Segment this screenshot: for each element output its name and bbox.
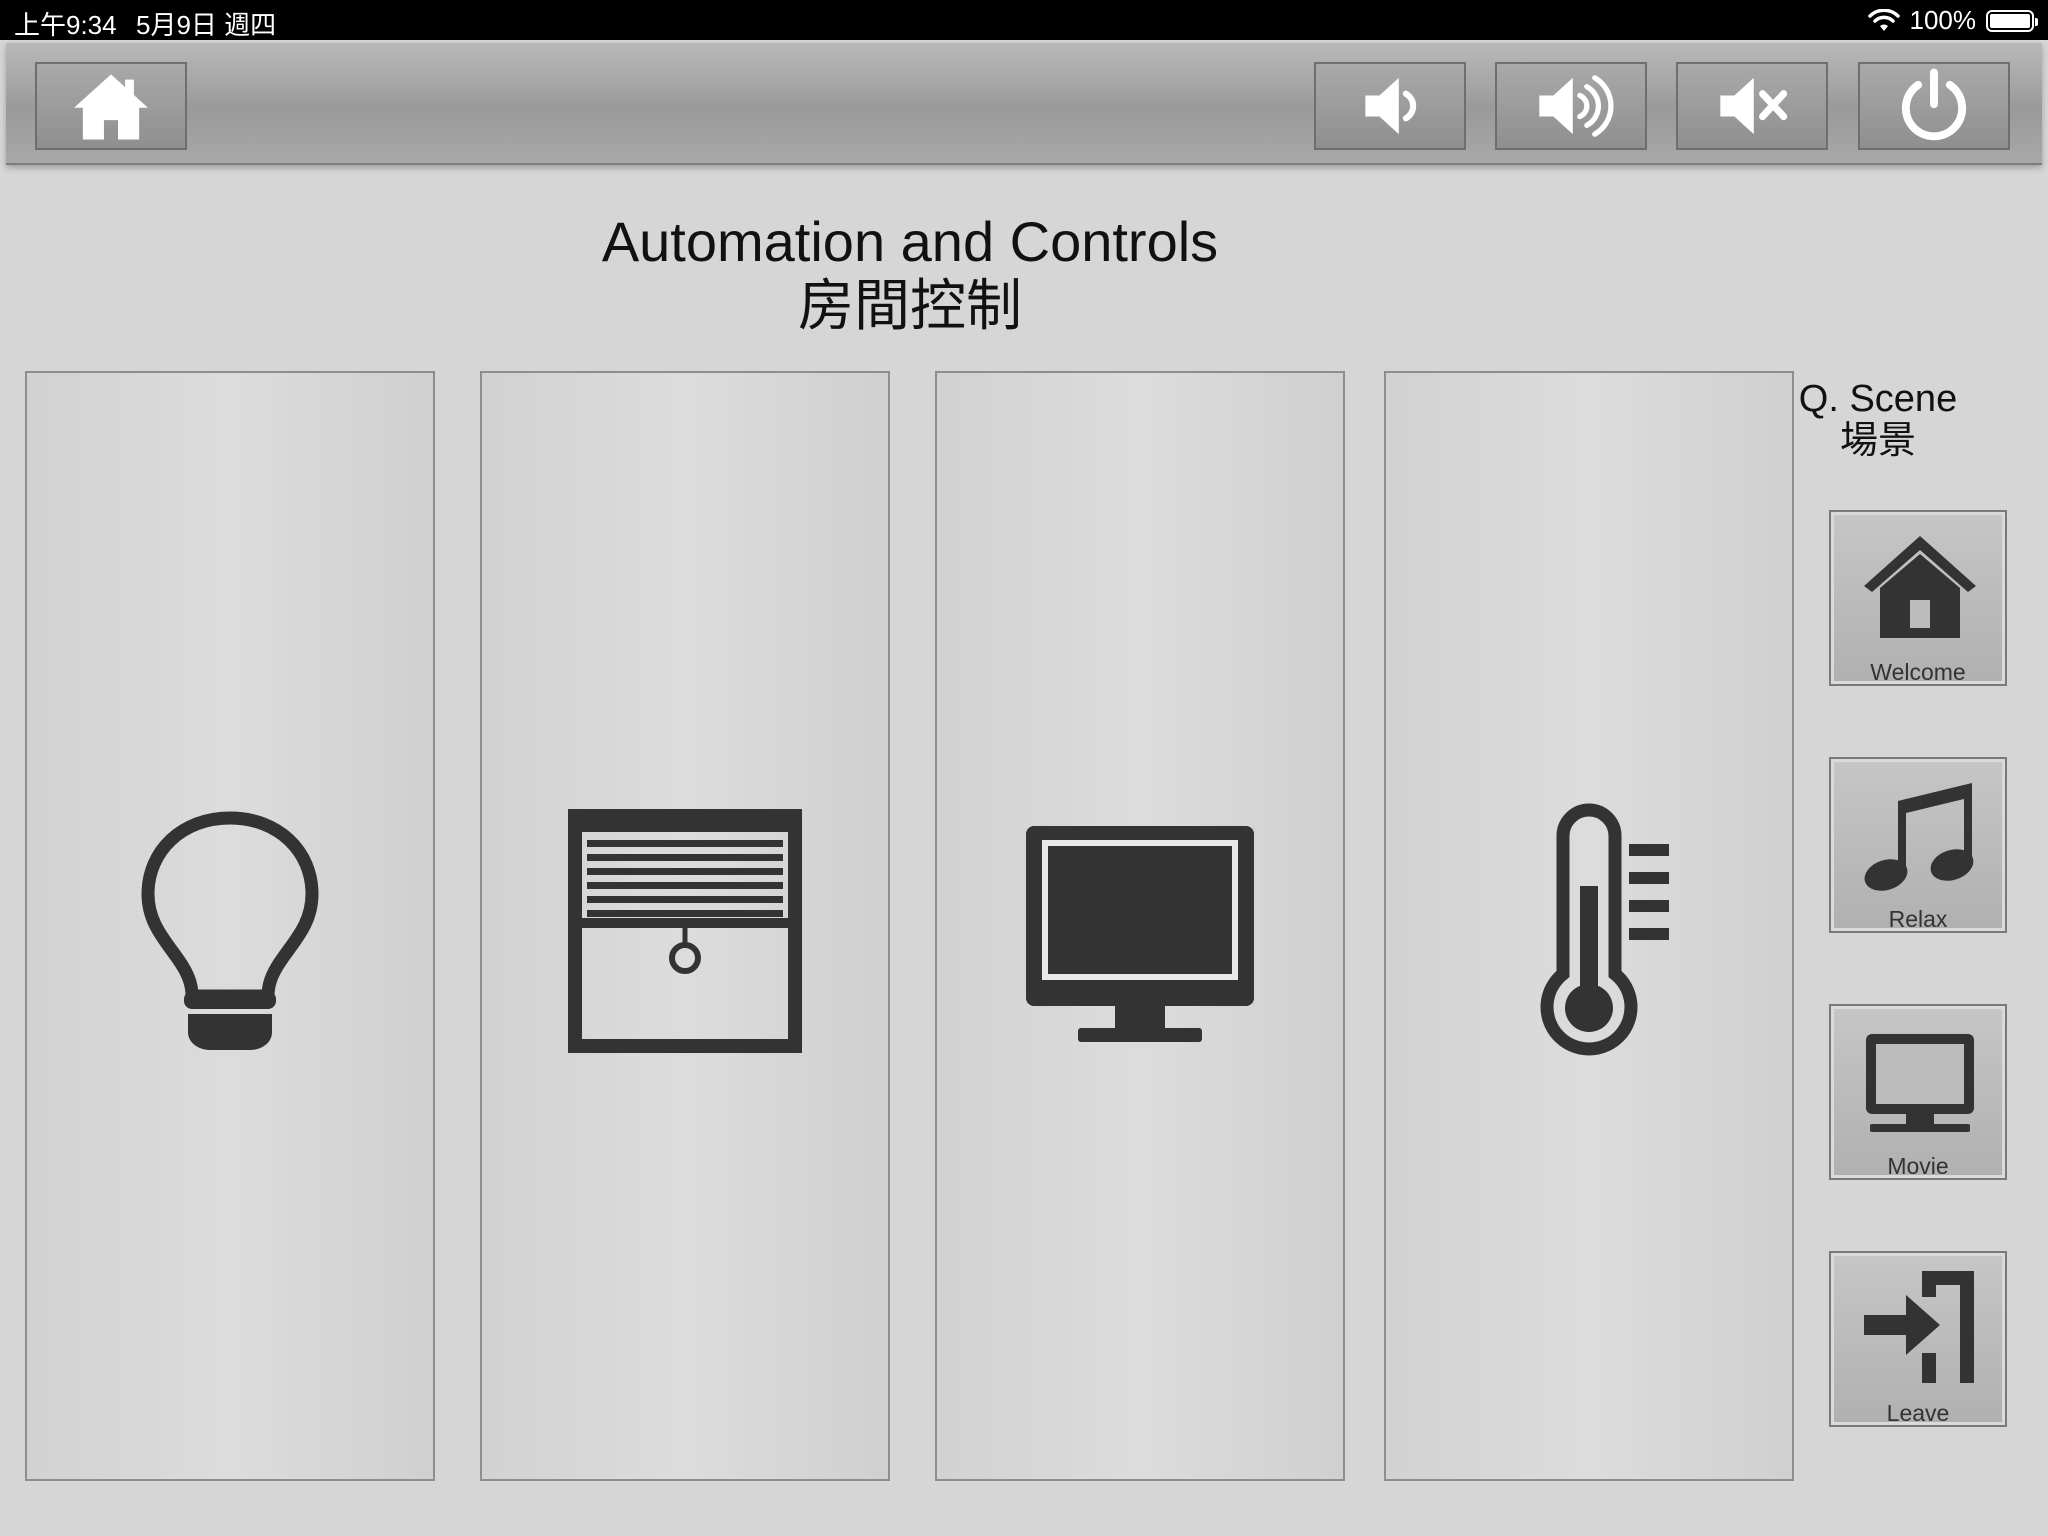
window-blind-icon	[568, 809, 802, 1053]
scene-movie-label: Movie	[1887, 1153, 1949, 1179]
blinds-panel[interactable]	[480, 371, 890, 1481]
status-right: 100%	[1867, 5, 2038, 36]
home-button[interactable]	[35, 62, 187, 150]
music-note-icon	[1864, 783, 1974, 891]
page-title-zh: 房間控制	[798, 274, 1022, 337]
exit-icon	[1864, 1271, 1974, 1383]
scene-leave-label: Leave	[1886, 1400, 1950, 1426]
wifi-icon	[1867, 8, 1900, 31]
scene-welcome-label: Welcome	[1870, 659, 1966, 685]
monitor-icon	[1026, 826, 1254, 1042]
scene-relax-label: Relax	[1888, 906, 1948, 932]
status-time: 上午9:34	[14, 10, 117, 40]
tv-icon	[1866, 1034, 1974, 1132]
mute-icon	[1720, 77, 1788, 135]
quick-scene-title-zh: 場景	[1839, 420, 1916, 462]
page-title: Automation and Controls 房間控制	[480, 210, 1340, 338]
thermometer-icon	[1540, 803, 1669, 1056]
home-icon	[1864, 536, 1976, 638]
scene-relax-button[interactable]: Relax	[1829, 757, 2007, 933]
climate-panel[interactable]	[1384, 371, 1794, 1481]
status-bar: 上午9:34 5月9日 週四 100%	[0, 0, 2048, 40]
volume-up-icon	[1539, 75, 1614, 137]
battery-icon	[1986, 9, 2038, 32]
power-button[interactable]	[1858, 62, 2010, 150]
mute-button[interactable]	[1676, 62, 1828, 150]
lighting-panel[interactable]	[25, 371, 435, 1481]
scene-welcome-button[interactable]: Welcome	[1829, 510, 2007, 686]
battery-fill	[1990, 13, 2030, 28]
home-icon	[74, 74, 148, 140]
volume-down-button[interactable]	[1314, 62, 1466, 150]
volume-down-icon	[1365, 77, 1417, 135]
light-bulb-icon	[141, 811, 319, 1050]
scene-movie-button[interactable]: Movie	[1829, 1004, 2007, 1180]
scene-leave-button[interactable]: Leave	[1829, 1251, 2007, 1427]
page-title-en: Automation and Controls	[601, 210, 1219, 273]
battery-percent: 100%	[1909, 5, 1977, 35]
quick-scene-title-en: Q. Scene	[1798, 378, 1958, 420]
status-date: 5月9日 週四	[136, 10, 277, 40]
volume-up-button[interactable]	[1495, 62, 1647, 150]
av-panel[interactable]	[935, 371, 1345, 1481]
quick-scene-title: Q. Scene 場景	[1758, 378, 1998, 462]
power-icon	[1901, 68, 1967, 141]
top-toolbar	[6, 43, 2042, 165]
